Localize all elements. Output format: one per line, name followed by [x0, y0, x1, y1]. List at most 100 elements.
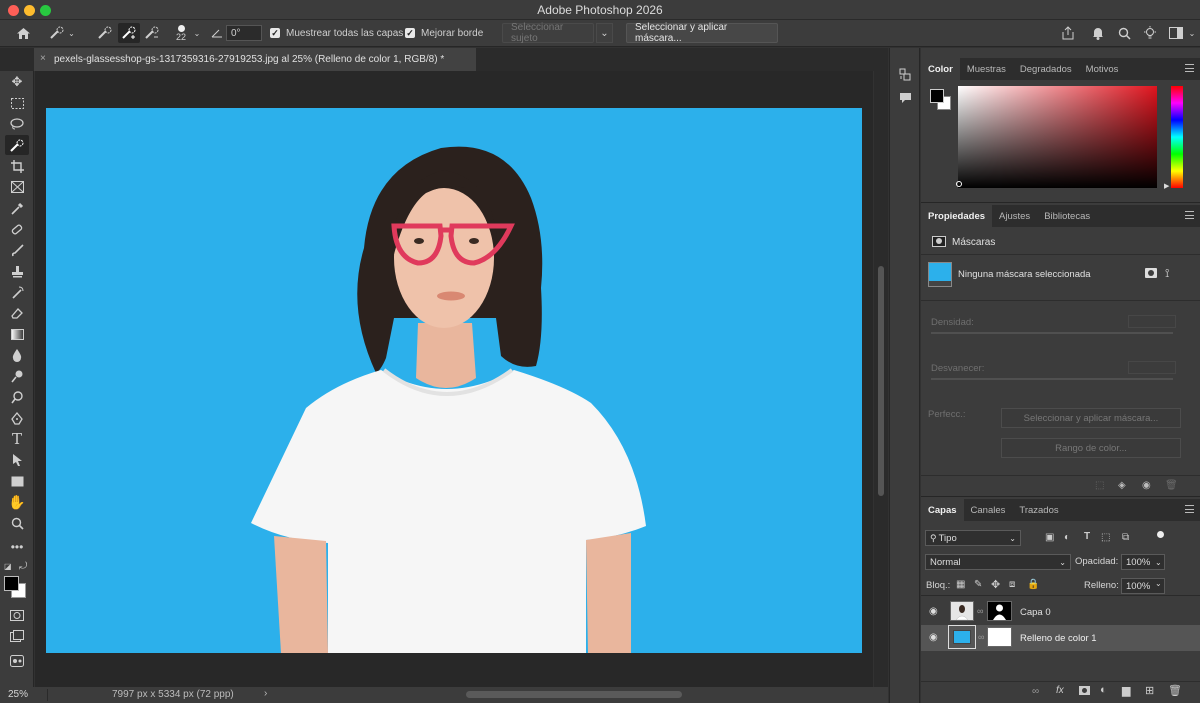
filter-shape-icon[interactable]: ⬚ [1101, 532, 1110, 543]
tab-gradients[interactable]: Degradados [1013, 58, 1079, 80]
clone-stamp-icon[interactable] [5, 261, 29, 281]
document-canvas[interactable] [46, 108, 862, 653]
lock-position-icon[interactable]: ✥ [991, 578, 1000, 591]
tab-libraries[interactable]: Bibliotecas [1037, 205, 1097, 227]
layer-mask-thumbnail[interactable] [987, 601, 1012, 621]
quick-selection-icon[interactable] [5, 135, 29, 155]
angle-input[interactable]: 0° [226, 25, 262, 41]
select-and-mask-button[interactable]: Seleccionar y aplicar máscara... [626, 22, 778, 44]
close-tab-icon[interactable]: × [40, 53, 46, 64]
link-layers-icon[interactable]: ∞ [1032, 686, 1039, 697]
history-panel-icon[interactable] [899, 68, 912, 85]
chevron-down-icon[interactable]: ⌄ [1155, 579, 1165, 588]
zoom-level[interactable]: 25% [8, 689, 48, 701]
layer-filter-select[interactable]: ⚲ Tipo ⌄ [925, 530, 1021, 546]
search-tool-icon[interactable] [5, 387, 29, 407]
workspace-icon[interactable] [1166, 23, 1186, 43]
fx-icon[interactable]: fx [1056, 685, 1064, 696]
select-subject-button[interactable]: Seleccionar sujeto [502, 22, 594, 44]
lightbulb-icon[interactable] [1140, 23, 1160, 43]
brush-icon[interactable] [5, 240, 29, 260]
default-colors-icon[interactable]: ◪ [4, 562, 12, 571]
filter-smartobject-icon[interactable]: ⧉ [1122, 532, 1129, 543]
path-selection-icon[interactable] [5, 450, 29, 470]
eraser-icon[interactable] [5, 303, 29, 323]
move-tool-icon[interactable]: ✥ [5, 72, 29, 92]
layer-row-capa-0[interactable]: ◉ ∞ Capa 0 [921, 599, 1200, 625]
dodge-icon[interactable] [5, 366, 29, 386]
tab-properties[interactable]: Propiedades [921, 205, 993, 227]
layer-row-relleno-de-color-1[interactable]: ◉ ∞ Relleno de color 1 [921, 625, 1200, 651]
eye-icon[interactable]: ◉ [929, 632, 938, 643]
hand-tool-icon[interactable]: ✋ [5, 492, 29, 512]
link-icon[interactable]: ∞ [978, 632, 984, 642]
document-tab[interactable]: × pexels-glassesshop-gs-1317359316-27919… [34, 48, 476, 71]
search-icon[interactable] [1114, 23, 1134, 43]
rectangular-marquee-icon[interactable] [5, 93, 29, 113]
share-icon[interactable] [1058, 23, 1078, 43]
lock-artboard-icon[interactable]: ⧈ [1009, 579, 1015, 590]
screen-mode-icon[interactable] [5, 626, 29, 646]
spot-healing-icon[interactable] [5, 219, 29, 239]
filter-pixel-icon[interactable]: ▣ [1045, 532, 1054, 543]
brush-size-picker[interactable]: 22 [170, 23, 192, 43]
hue-slider[interactable] [1171, 86, 1183, 188]
comments-panel-icon[interactable] [899, 92, 912, 107]
chevron-right-icon[interactable]: › [264, 688, 267, 699]
horizontal-scrollbar[interactable] [466, 691, 682, 698]
extras-icon[interactable] [5, 651, 29, 671]
enhance-edge-checkbox[interactable]: ✓ Mejorar borde [405, 23, 487, 43]
tab-color[interactable]: Color [921, 58, 960, 80]
history-brush-icon[interactable] [5, 282, 29, 302]
chevron-down-icon[interactable]: ⌄ [192, 23, 202, 43]
add-vector-mask-icon[interactable]: ⟟ [1165, 266, 1169, 281]
subtract-selection-brush-icon[interactable] [142, 23, 162, 43]
more-tools-icon[interactable]: ••• [5, 537, 29, 557]
new-group-icon[interactable]: ▆ [1122, 684, 1130, 697]
filter-type-icon[interactable]: T [1084, 531, 1090, 542]
tool-preset-picker[interactable]: ⌄ [46, 23, 78, 43]
apply-mask-icon[interactable]: ◈ [1118, 480, 1126, 491]
home-icon[interactable] [12, 23, 34, 43]
lock-all-icon[interactable]: 🔒 [1027, 579, 1039, 590]
vertical-scrollbar[interactable] [874, 71, 888, 687]
gradient-icon[interactable] [5, 324, 29, 344]
filter-toggle-icon[interactable] [1157, 531, 1164, 538]
panel-menu-icon[interactable] [1185, 211, 1194, 219]
add-mask-icon[interactable] [1079, 686, 1090, 695]
rectangle-tool-icon[interactable] [5, 471, 29, 491]
tab-paths[interactable]: Trazados [1012, 499, 1065, 521]
layer-mask-thumbnail[interactable] [987, 627, 1012, 647]
scrollbar-thumb[interactable] [878, 266, 884, 496]
eyedropper-icon[interactable] [5, 198, 29, 218]
tab-channels[interactable]: Canales [964, 499, 1013, 521]
frame-icon[interactable] [5, 177, 29, 197]
tab-patterns[interactable]: Motivos [1079, 58, 1126, 80]
panel-menu-icon[interactable] [1185, 64, 1194, 72]
new-layer-icon[interactable]: ⊞ [1145, 684, 1154, 697]
chevron-down-icon[interactable]: ⌄ [1151, 554, 1165, 570]
blend-mode-select[interactable]: Normal ⌄ [925, 554, 1071, 570]
color-field[interactable] [958, 86, 1157, 188]
link-icon[interactable]: ∞ [977, 606, 983, 616]
delete-layer-icon[interactable]: 🗑 [1168, 684, 1182, 697]
panel-menu-icon[interactable] [1185, 505, 1194, 513]
type-tool-icon[interactable]: T [5, 429, 29, 449]
new-selection-brush-icon[interactable] [95, 23, 115, 43]
eye-icon[interactable]: ◉ [929, 606, 938, 617]
pen-icon[interactable] [5, 408, 29, 428]
lasso-icon[interactable] [5, 114, 29, 134]
crop-icon[interactable] [5, 156, 29, 176]
select-subject-dropdown[interactable]: ⌄ [596, 23, 613, 43]
add-to-selection-brush-icon[interactable] [118, 23, 140, 43]
add-pixel-mask-icon[interactable] [1145, 268, 1157, 278]
zoom-tool-icon[interactable] [5, 513, 29, 533]
filter-adjustment-icon[interactable]: ◐ [1064, 532, 1070, 543]
tab-swatches[interactable]: Muestras [960, 58, 1013, 80]
swap-colors-icon[interactable]: ⤾ [19, 561, 27, 572]
foreground-color-swatch[interactable] [4, 576, 19, 591]
tab-adjustments[interactable]: Ajustes [992, 205, 1037, 227]
lock-transparency-icon[interactable]: ▦ [956, 579, 965, 590]
new-adjustment-layer-icon[interactable]: ◐ [1100, 684, 1107, 696]
hue-slider-handle[interactable]: ▶ [1164, 182, 1169, 190]
